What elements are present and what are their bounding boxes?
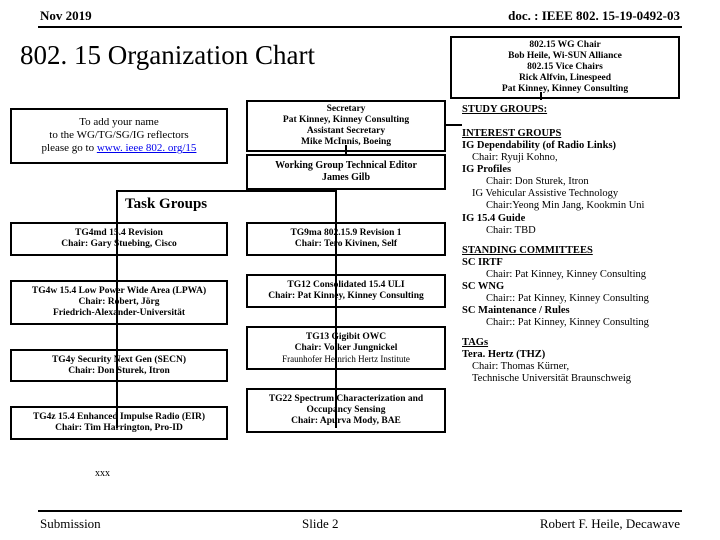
note-line: To add your name [16,116,222,129]
sec-line: Secretary [250,104,442,115]
tg-box: TG22 Spectrum Characterization and Occup… [246,388,446,433]
sc-item: SC Maintenance / Rules [462,305,700,317]
ig-chair: Chair: Don Sturek, Itron [486,176,700,188]
sec-line: Pat Kinney, Kinney Consulting [250,115,442,126]
tg-box: TG4md 15.4 RevisionChair: Gary Stuebing,… [10,222,228,256]
interest-groups-hdr: INTEREST GROUPS [462,128,700,140]
xxx-text: xxx [95,468,110,479]
doc-number: doc. : IEEE 802. 15-19-0492-03 [508,8,680,24]
tg-chair: Chair: Pat Kinney, Kinney Consulting [250,291,442,302]
study-groups-hdr: STUDY GROUPS: [462,104,700,116]
tg-sub: Fraunhofer Heinrich Hertz Institute [250,354,442,364]
footer-rule [38,510,682,512]
ig-item: IG Profiles [462,164,700,176]
note-link[interactable]: www. ieee 802. org/15 [97,142,197,154]
note-line: please go to www. ieee 802. org/15 [16,142,222,155]
connector [540,92,542,100]
page-title: 802. 15 Organization Chart [20,40,315,71]
footer-right: Robert F. Heile, Decawave [540,516,680,532]
wg-chair-line: Pat Kinney, Kinney Consulting [456,84,674,95]
tg-chair: Chair: Robert, Jörg [14,297,224,308]
editor-box: Working Group Technical Editor James Gil… [246,154,446,190]
tg-title: TG13 Gigibit OWC [250,332,442,343]
sc-item: SC IRTF [462,257,700,269]
connector [345,145,347,154]
sc-chair: Chair:: Pat Kinney, Kinney Consulting [486,293,700,305]
tg-box: TG4z 15.4 Enhanced Impulse Radio (EIR)Ch… [10,406,228,440]
tag-chair: Chair: Thomas Kürner, [472,361,700,373]
tg-col2: TG9ma 802.15.9 Revision 1Chair: Tero Kiv… [246,222,446,451]
wg-chair-box: 802.15 WG Chair Bob Heile, Wi-SUN Allian… [450,36,680,99]
connector [446,124,462,126]
note-line: to the WG/TG/SG/IG reflectors [16,129,222,142]
tg-title: TG12 Consolidated 15.4 ULI [250,280,442,291]
wg-chair-line: 802.15 Vice Chairs [456,62,674,73]
ig-item: IG 15.4 Guide [462,213,700,225]
ig-chair: Chair: TBD [486,225,700,237]
tg-box: TG4y Security Next Gen (SECN)Chair: Don … [10,349,228,383]
editor-line: James Gilb [252,172,440,184]
tg-chair: Chair: Gary Stuebing, Cisco [14,239,224,250]
tg-title: TG9ma 802.15.9 Revision 1 [250,228,442,239]
tg-box: TG4w 15.4 Low Power Wide Area (LPWA)Chai… [10,280,228,325]
tg-chair: Chair: Apurva Mody, BAE [250,416,442,427]
editor-line: Working Group Technical Editor [252,160,440,172]
ig-item: IG Dependability (of Radio Links) [462,140,700,152]
tg-col1: TG4md 15.4 RevisionChair: Gary Stuebing,… [10,222,228,464]
date-header: Nov 2019 [40,8,92,24]
sc-chair: Chair: Pat Kinney, Kinney Consulting [486,269,700,281]
wg-chair-line: 802.15 WG Chair [456,40,674,51]
task-groups-header: Task Groups [125,196,207,213]
tg-title: TG4z 15.4 Enhanced Impulse Radio (EIR) [14,412,224,423]
sc-item: SC WNG [462,281,700,293]
tg-title: TG22 Spectrum Characterization and Occup… [250,394,442,416]
tag-item: Tera. Hertz (THZ) [462,349,700,361]
tags-hdr: TAGs [462,337,700,349]
tg-chair: Friedrich-Alexander-Universität [14,308,224,319]
tg-box: TG9ma 802.15.9 Revision 1Chair: Tero Kiv… [246,222,446,256]
sc-chair: Chair:: Pat Kinney, Kinney Consulting [486,317,700,329]
tg-title: TG4md 15.4 Revision [14,228,224,239]
connector [116,190,336,192]
ig-chair: Chair: Ryuji Kohno, [472,152,700,164]
tg-chair: Chair: Don Sturek, Itron [14,366,224,377]
standing-committees-hdr: STANDING COMMITTEES [462,245,700,257]
ig-item: IG Vehicular Assistive Technology [472,188,700,200]
tg-chair: Chair: Volker Jungnickel [250,343,442,354]
sec-line: Assistant Secretary [250,126,442,137]
footer-center: Slide 2 [302,516,338,532]
tg-box: TG12 Consolidated 15.4 ULIChair: Pat Kin… [246,274,446,308]
note-box: To add your name to the WG/TG/SG/IG refl… [10,108,228,164]
wg-chair-line: Bob Heile, Wi-SUN Alliance [456,51,674,62]
tg-title: TG4w 15.4 Low Power Wide Area (LPWA) [14,286,224,297]
tg-title: TG4y Security Next Gen (SECN) [14,355,224,366]
secretary-box: Secretary Pat Kinney, Kinney Consulting … [246,100,446,152]
tg-chair: Chair: Tero Kivinen, Self [250,239,442,250]
side-section: STUDY GROUPS: INTEREST GROUPS IG Dependa… [462,102,700,385]
tg-box: TG13 Gigibit OWCChair: Volker Jungnickel… [246,326,446,370]
footer-left: Submission [40,516,101,532]
tag-chair: Technische Universität Braunschweig [472,373,700,385]
tg-chair: Chair: Tim Harrington, Pro-ID [14,423,224,434]
wg-chair-line: Rick Alfvin, Linespeed [456,73,674,84]
header-rule [38,26,682,28]
ig-chair: Chair:Yeong Min Jang, Kookmin Uni [486,200,700,212]
